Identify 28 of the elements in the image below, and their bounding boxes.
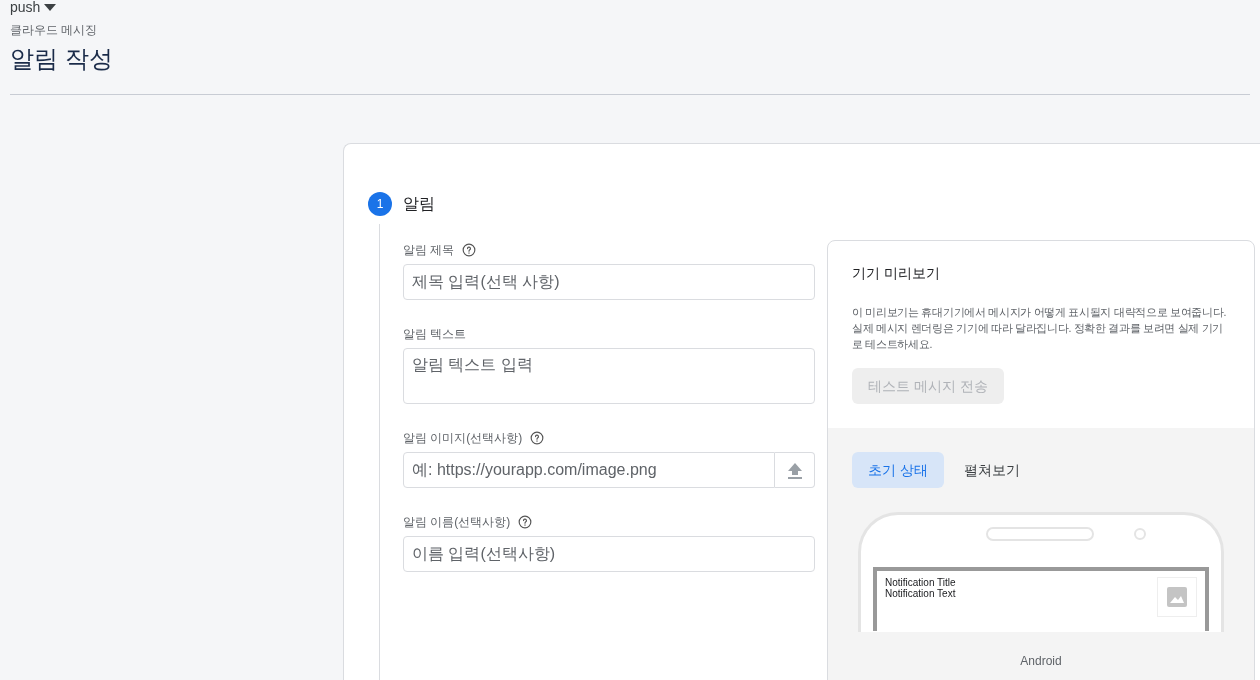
caret-icon: [44, 3, 57, 11]
notification-text: Notification Text: [885, 588, 957, 599]
input-field[interactable]: 알림 텍스트 입력: [403, 348, 815, 404]
field-label: 알림 텍스트: [403, 326, 467, 343]
input-field[interactable]: 이름 입력(선택사항): [403, 536, 815, 572]
page-title: 알림 작성: [10, 44, 114, 74]
preview-description: 이 미리보기는 휴대기기에서 메시지가 어떻게 표시될지 대략적으로 보여줍니다. 실제 메시지 렌더링은 기기에 따라 달라집니다. 정확한 결과를 보려면 실제 기기로 테스트하세요.: [852, 305, 1228, 352]
upload-icon: [786, 461, 803, 479]
input-field[interactable]: 제목 입력(선택 사항): [403, 264, 815, 300]
preview-title: 기기 미리보기: [852, 264, 941, 283]
phone-camera: [1134, 528, 1146, 540]
field-label: 알림 이름(선택사항): [403, 514, 511, 531]
field-label: 알림 이미지(선택사항): [403, 430, 523, 447]
step-number: 1: [368, 192, 392, 216]
input-field[interactable]: 예: https://yourapp.com/image.png: [403, 452, 775, 488]
device-label: Android: [1019, 653, 1063, 670]
preview-tab[interactable]: 초기 상태: [852, 452, 944, 488]
image-icon: [1167, 587, 1187, 607]
upload-button[interactable]: [775, 452, 815, 488]
help-icon[interactable]: [518, 515, 533, 529]
project-dropdown[interactable]: push: [10, 0, 57, 14]
preview-tab[interactable]: 펼쳐보기: [947, 452, 1036, 488]
help-icon[interactable]: [530, 431, 545, 445]
step-title: 알림: [403, 194, 435, 214]
notification-title: Notification Title: [885, 577, 957, 588]
help-icon[interactable]: [462, 243, 477, 257]
breadcrumb: 클라우드 메시징: [10, 22, 99, 39]
field-label: 알림 제목: [403, 242, 455, 259]
